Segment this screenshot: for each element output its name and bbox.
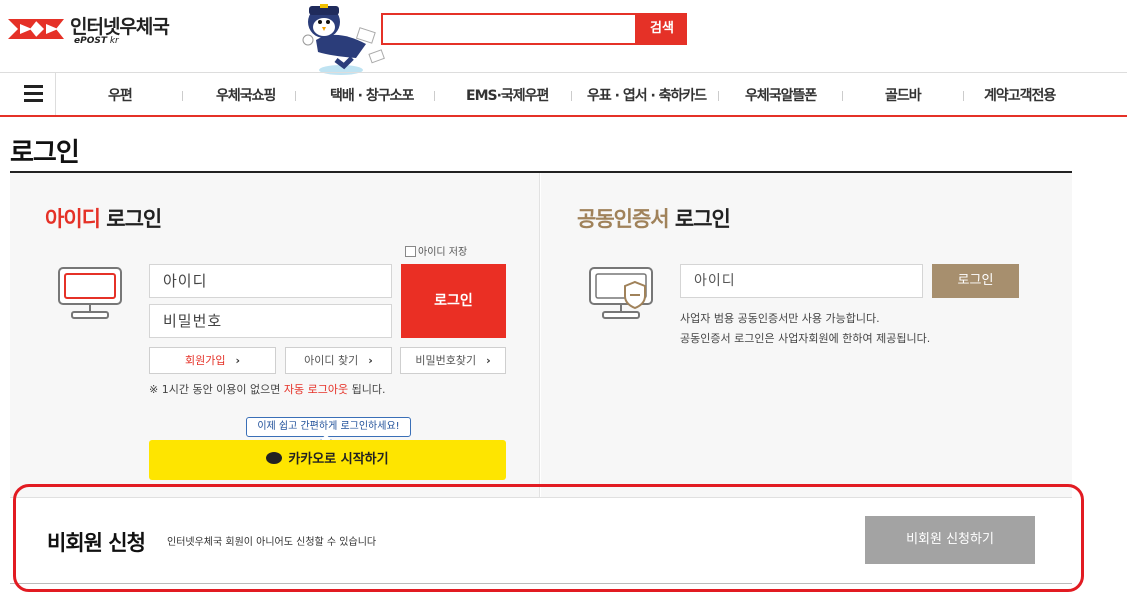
nav-item-stamps[interactable]: 우표 · 엽서 · 축하카드: [587, 85, 707, 105]
kakao-tooltip: 이제 쉽고 간편하게 로그인하세요!: [246, 417, 411, 437]
nav-divider: [963, 91, 964, 101]
logo-subtext: ePOST kr: [74, 36, 119, 46]
auto-logout-notice: ※ 1시간 동안 이용이 없으면 자동 로그아웃 됩니다.: [149, 383, 386, 396]
save-id-checkbox[interactable]: 아이디 저장: [405, 243, 467, 258]
menu-icon[interactable]: [10, 73, 56, 115]
nav-divider: [571, 91, 572, 101]
page-title: 로그인: [10, 138, 80, 168]
logo-text: 인터넷우체국: [70, 16, 170, 38]
epost-logo-icon: [8, 19, 64, 39]
chevron-right-icon: ›: [235, 354, 241, 367]
cert-id-input[interactable]: 아이디: [680, 264, 923, 298]
id-input[interactable]: 아이디: [149, 264, 392, 298]
cert-note-1: 사업자 범용 공동인증서만 사용 가능합니다.: [680, 312, 880, 325]
nav-divider: [842, 91, 843, 101]
search-button[interactable]: 검색: [637, 13, 687, 45]
speech-bubble-icon: [266, 452, 283, 464]
guest-title: 비회원 신청: [47, 531, 146, 555]
id-login-heading: 아이디 로그인: [45, 207, 162, 231]
signup-button[interactable]: 회원가입 ›: [149, 347, 276, 374]
find-id-button[interactable]: 아이디 찾기 ›: [285, 347, 392, 374]
cert-login-heading: 공동인증서 로그인: [577, 207, 731, 231]
nav-divider: [718, 91, 719, 101]
id-login-button[interactable]: 로그인: [401, 264, 506, 338]
nav-divider: [182, 91, 183, 101]
guest-description: 인터넷우체국 회원이 아니어도 신청할 수 있습니다: [167, 537, 377, 548]
nav-divider: [295, 91, 296, 101]
site-logo[interactable]: 인터넷우체국 ePOST kr: [8, 10, 178, 46]
password-input[interactable]: 비밀번호: [149, 304, 392, 338]
search-input[interactable]: [381, 13, 637, 45]
chevron-right-icon: ›: [368, 354, 373, 367]
nav-item-contract[interactable]: 계약고객전용: [984, 85, 1056, 105]
guest-divider-top: [10, 497, 1072, 498]
nav-item-mobile[interactable]: 우체국알뜰폰: [745, 85, 817, 105]
nav-item-ems[interactable]: EMS·국제우편: [466, 85, 549, 105]
checkbox-icon[interactable]: [405, 246, 416, 257]
guest-apply-button[interactable]: 비회원 신청하기: [865, 516, 1035, 564]
nav-item-parcel[interactable]: 택배 · 창구소포: [330, 85, 414, 105]
cert-note-2: 공동인증서 로그인은 사업자회원에 한하여 제공됩니다.: [680, 332, 931, 345]
mascot-image: [302, 4, 385, 75]
cert-login-button[interactable]: 로그인: [932, 264, 1019, 298]
nav-item-shopping[interactable]: 우체국쇼핑: [216, 85, 276, 105]
site-header: 인터넷우체국 ePOST kr 검색: [0, 0, 1127, 75]
nav-divider: [434, 91, 435, 101]
find-password-button[interactable]: 비밀번호찾기 ›: [400, 347, 506, 374]
nav-item-goldbar[interactable]: 골드바: [885, 85, 922, 105]
certificate-computer-icon: [589, 267, 653, 319]
chevron-right-icon: ›: [486, 354, 491, 367]
nav-item-post[interactable]: 우편: [108, 85, 133, 105]
guest-divider-bottom: [10, 583, 1072, 584]
computer-icon: [58, 267, 122, 319]
main-nav: 우편 우체국쇼핑 택배 · 창구소포 EMS·국제우편 우표 · 엽서 · 축하…: [0, 72, 1127, 117]
kakao-login-button[interactable]: 카카오로 시작하기: [149, 440, 506, 480]
